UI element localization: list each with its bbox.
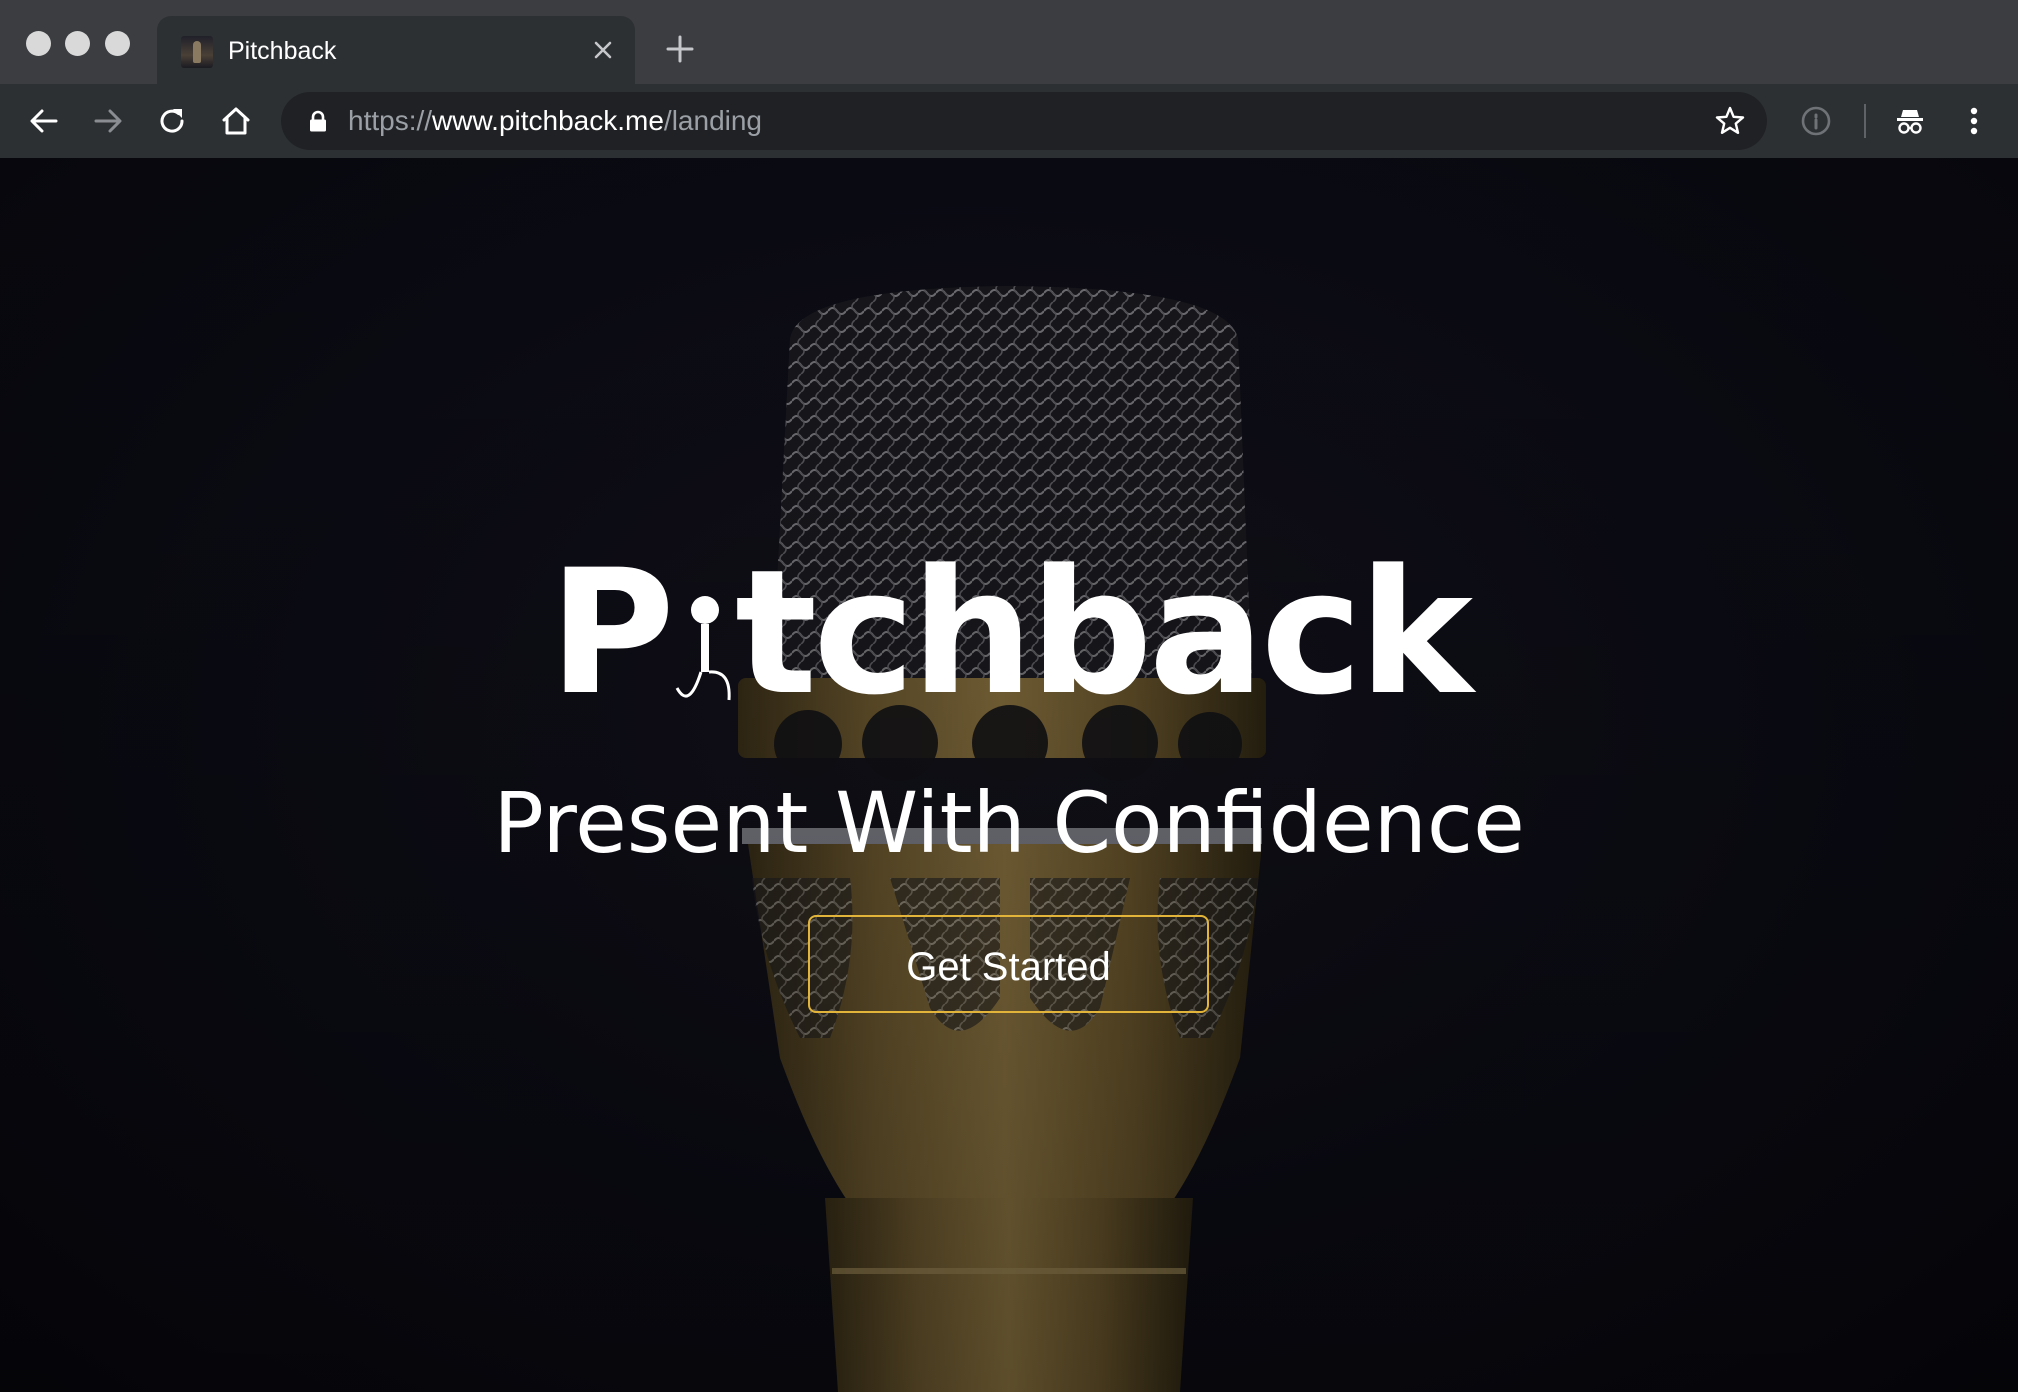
window-zoom-button[interactable] bbox=[105, 31, 130, 56]
logo-text-end: tchback bbox=[734, 532, 1473, 733]
url-host: www.pitchback.me bbox=[432, 105, 664, 136]
landing-page: Ptchback Present With Confidence Get Sta… bbox=[0, 158, 2018, 1392]
microphone-i-icon bbox=[671, 560, 735, 710]
url-text[interactable]: https://www.pitchback.me/landing bbox=[348, 104, 762, 138]
address-bar[interactable]: https://www.pitchback.me/landing bbox=[281, 92, 1767, 150]
info-icon[interactable] bbox=[1797, 102, 1835, 140]
forward-arrow-icon[interactable] bbox=[89, 102, 127, 140]
reload-icon[interactable] bbox=[153, 102, 191, 140]
browser-window: Pitchback https://www.pitchback.me/landi… bbox=[0, 0, 2018, 1392]
tab-title: Pitchback bbox=[228, 37, 337, 65]
toolbar-divider bbox=[1864, 104, 1866, 138]
home-icon[interactable] bbox=[217, 102, 255, 140]
close-icon[interactable] bbox=[587, 34, 619, 66]
lock-icon[interactable] bbox=[306, 109, 330, 133]
hero-tagline: Present With Confidence bbox=[493, 774, 1525, 872]
toolbar: https://www.pitchback.me/landing bbox=[0, 84, 2018, 158]
url-scheme: https:// bbox=[348, 105, 433, 136]
get-started-button[interactable]: Get Started bbox=[808, 915, 1209, 1013]
kebab-menu-icon[interactable] bbox=[1955, 102, 1993, 140]
back-arrow-icon[interactable] bbox=[25, 102, 63, 140]
window-minimize-button[interactable] bbox=[65, 31, 90, 56]
tab-pitchback[interactable]: Pitchback bbox=[157, 16, 635, 84]
pitchback-logo: Ptchback bbox=[0, 543, 2018, 723]
tab-strip: Pitchback bbox=[0, 0, 2018, 84]
url-path: /landing bbox=[663, 105, 763, 136]
favicon-icon bbox=[181, 36, 213, 68]
star-icon[interactable] bbox=[1713, 104, 1747, 138]
plus-icon[interactable] bbox=[664, 33, 696, 65]
logo-text-start: P bbox=[548, 532, 675, 733]
incognito-icon[interactable] bbox=[1891, 102, 1929, 140]
window-close-button[interactable] bbox=[26, 31, 51, 56]
